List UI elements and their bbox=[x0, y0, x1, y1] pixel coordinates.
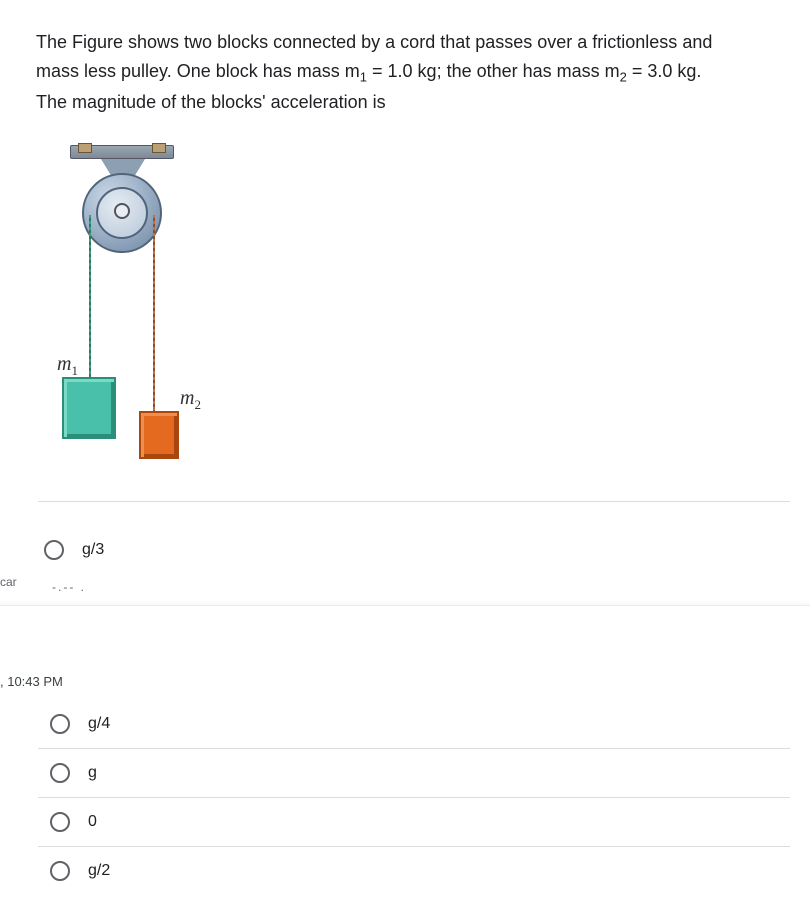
radio-d[interactable] bbox=[50, 812, 70, 832]
radio-c[interactable] bbox=[50, 763, 70, 783]
block-m1 bbox=[62, 377, 116, 439]
label-m1: m1 bbox=[57, 353, 78, 379]
option-a-label: g/3 bbox=[82, 541, 104, 559]
option-c-label: g bbox=[88, 764, 97, 782]
pulley-diagram: m1 m2 bbox=[40, 137, 200, 487]
question-text: The Figure shows two blocks connected by… bbox=[36, 28, 790, 117]
question-line3: The magnitude of the blocks' acceleratio… bbox=[36, 92, 386, 112]
cord-left bbox=[89, 215, 91, 379]
radio-a[interactable] bbox=[44, 540, 64, 560]
cord-right bbox=[153, 215, 155, 413]
option-b-label: g/4 bbox=[88, 715, 110, 733]
question-line2a: mass less pulley. One block has mass m bbox=[36, 61, 360, 81]
question-line2c: = 3.0 kg. bbox=[627, 61, 702, 81]
option-row-b[interactable]: g/4 bbox=[38, 700, 790, 749]
timestamp: , 10:43 PM bbox=[0, 674, 63, 689]
label-m2-sym: m bbox=[180, 387, 194, 409]
bolt-right bbox=[152, 143, 166, 153]
divider-top bbox=[38, 501, 790, 502]
options-continued: g/4 g 0 g/2 bbox=[38, 700, 798, 895]
pulley-axle bbox=[114, 203, 130, 219]
option-e-label: g/2 bbox=[88, 862, 110, 880]
radio-b[interactable] bbox=[50, 714, 70, 734]
bolt-left bbox=[78, 143, 92, 153]
label-m2-sub: 2 bbox=[194, 397, 201, 412]
option-row-d[interactable]: 0 bbox=[38, 798, 790, 847]
option-d-label: 0 bbox=[88, 813, 97, 831]
option-row-c[interactable]: g bbox=[38, 749, 790, 798]
label-m1-sub: 1 bbox=[71, 363, 78, 378]
section-break bbox=[0, 605, 810, 641]
question-sub1: 1 bbox=[360, 69, 367, 84]
radio-e[interactable] bbox=[50, 861, 70, 881]
fragment-car: car bbox=[0, 575, 17, 589]
block-m2 bbox=[139, 411, 179, 459]
label-m1-sym: m bbox=[57, 353, 71, 375]
label-m2: m2 bbox=[180, 387, 201, 413]
question-line2b: = 1.0 kg; the other has mass m bbox=[367, 61, 620, 81]
dash-fragment: -.-- . bbox=[32, 574, 792, 594]
option-row-a[interactable]: g/3 bbox=[32, 526, 784, 574]
option-row-e[interactable]: g/2 bbox=[38, 847, 790, 895]
question-sub2: 2 bbox=[620, 69, 627, 84]
question-line1: The Figure shows two blocks connected by… bbox=[36, 32, 712, 52]
